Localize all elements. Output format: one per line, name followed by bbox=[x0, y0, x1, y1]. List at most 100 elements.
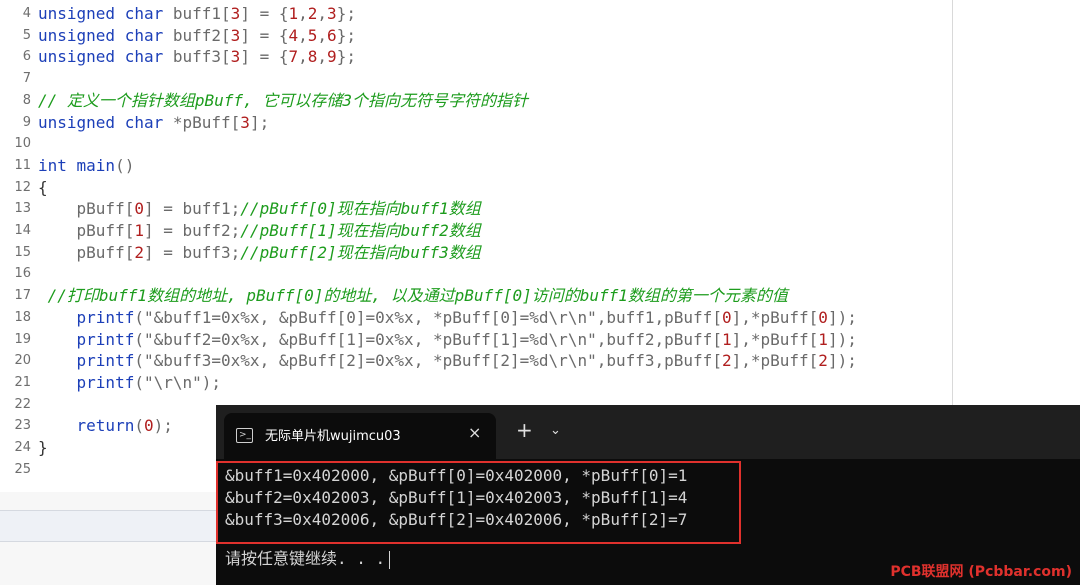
code-token: ] = buff2; bbox=[143, 221, 241, 240]
code-token: ]); bbox=[827, 307, 857, 327]
code-line[interactable]: 9 unsigned char *pBuff[3]; bbox=[0, 112, 1080, 134]
close-tab-icon[interactable]: × bbox=[468, 423, 481, 442]
line-number: 23 bbox=[14, 418, 31, 434]
line-number: 25 bbox=[14, 461, 31, 477]
code-token: ] = { bbox=[240, 47, 289, 67]
code-text: int main() bbox=[38, 155, 134, 177]
line-number: 10 bbox=[14, 136, 31, 152]
code-token: 3 bbox=[230, 25, 241, 45]
terminal-tab[interactable]: >_ 无际单片机wujimcu03 × bbox=[224, 413, 496, 459]
line-number: 14 bbox=[14, 223, 31, 238]
code-text: pBuff[1] = buff2;//pBuff[1]现在指向buff2数组 bbox=[38, 220, 481, 242]
code-token: buff3[ bbox=[163, 47, 231, 67]
code-line[interactable]: 11 int main() bbox=[0, 155, 1080, 177]
code-line[interactable]: 21 printf("\r\n"); bbox=[0, 372, 1080, 394]
press-any-key-prompt: 请按任意键继续. . . bbox=[225, 545, 391, 569]
code-token: ]); bbox=[827, 351, 857, 371]
code-token: 1 bbox=[288, 4, 299, 23]
code-token: 1 bbox=[818, 329, 828, 349]
code-token: buff2[ bbox=[163, 25, 231, 45]
text-cursor bbox=[389, 550, 391, 569]
line-number: 6 bbox=[22, 49, 31, 65]
code-token: () bbox=[115, 155, 135, 175]
code-token: , bbox=[298, 25, 308, 45]
code-line[interactable]: 10 bbox=[0, 133, 1080, 155]
code-token: }; bbox=[336, 25, 356, 45]
code-token: }; bbox=[336, 47, 356, 67]
code-token: //打印buff1数组的地址, pBuff[0]的地址, 以及通过pBuff[0… bbox=[38, 286, 788, 306]
code-line[interactable]: 6 unsigned char buff3[3] = {7,8,9}; bbox=[0, 46, 1080, 68]
code-token: pBuff[ bbox=[38, 199, 135, 219]
code-token: ]); bbox=[827, 329, 857, 349]
code-text: unsigned char buff1[3] = {1,2,3}; bbox=[38, 3, 356, 25]
code-line[interactable]: 18 printf("&buff1=0x%x, &pBuff[0]=0x%x, … bbox=[0, 307, 1080, 329]
terminal-tab-bar: >_ 无际单片机wujimcu03 × + ⌄ bbox=[216, 405, 1080, 459]
code-line[interactable]: 16 bbox=[0, 263, 1080, 285]
code-token: "\r\n" bbox=[143, 372, 202, 392]
code-line[interactable]: 12 { bbox=[0, 177, 1080, 199]
code-token: 8 bbox=[307, 47, 318, 67]
code-token: { bbox=[38, 177, 48, 197]
code-token: ( bbox=[134, 416, 144, 436]
line-number: 17 bbox=[14, 288, 31, 304]
code-token: ( bbox=[134, 329, 144, 349]
code-token: printf bbox=[76, 307, 135, 327]
line-number: 9 bbox=[22, 114, 31, 130]
code-text: // 定义一个指针数组pBuff, 它可以存储3个指向无符号字符的指针 bbox=[38, 90, 528, 112]
code-token: } bbox=[38, 438, 48, 457]
code-text: printf("&buff2=0x%x, &pBuff[1]=0x%x, *pB… bbox=[38, 329, 857, 351]
line-number: 4 bbox=[22, 6, 31, 21]
code-token: pBuff[ bbox=[38, 242, 135, 262]
code-token: ] = buff1; bbox=[143, 199, 241, 219]
code-line[interactable]: 14 pBuff[1] = buff2;//pBuff[1]现在指向buff2数… bbox=[0, 220, 1080, 242]
chevron-down-icon[interactable]: ⌄ bbox=[550, 423, 561, 438]
code-token: 0 bbox=[818, 307, 828, 327]
code-line[interactable]: 15 pBuff[2] = buff3;//pBuff[2]现在指向buff3数… bbox=[0, 242, 1080, 264]
code-token: 5 bbox=[307, 25, 318, 45]
code-line[interactable]: 8 // 定义一个指针数组pBuff, 它可以存储3个指向无符号字符的指针 bbox=[0, 90, 1080, 112]
line-number: 16 bbox=[14, 266, 31, 282]
code-line[interactable]: 5 unsigned char buff2[3] = {4,5,6}; bbox=[0, 25, 1080, 47]
code-token: 2 bbox=[818, 351, 828, 371]
code-token: 9 bbox=[327, 47, 337, 67]
code-token: unsigned char bbox=[38, 47, 164, 67]
code-token: 0 bbox=[134, 199, 144, 219]
line-number: 15 bbox=[14, 244, 31, 260]
line-number: 7 bbox=[22, 71, 31, 87]
watermark: PCB联盟网 (Pcbbar.com) bbox=[890, 564, 1072, 580]
code-text: unsigned char *pBuff[3]; bbox=[38, 112, 269, 134]
code-token: 3 bbox=[327, 4, 337, 23]
code-token: , bbox=[298, 47, 308, 67]
line-number: 22 bbox=[14, 396, 31, 412]
line-number: 11 bbox=[14, 157, 31, 173]
code-token: ( bbox=[134, 351, 144, 371]
code-text: pBuff[2] = buff3;//pBuff[2]现在指向buff3数组 bbox=[38, 242, 481, 264]
code-token: ]; bbox=[249, 112, 270, 132]
code-token: //pBuff[0]现在指向buff1数组 bbox=[240, 199, 481, 219]
new-tab-icon[interactable]: + bbox=[516, 420, 533, 440]
code-token: ],*pBuff[ bbox=[731, 307, 819, 327]
terminal-window[interactable]: >_ 无际单片机wujimcu03 × + ⌄ &buff1=0x402000,… bbox=[216, 405, 1080, 585]
code-token: ,buff3,pBuff[ bbox=[596, 351, 722, 371]
code-line[interactable]: 13 pBuff[0] = buff1;//pBuff[0]现在指向buff1数… bbox=[0, 198, 1080, 220]
code-token: ],*pBuff[ bbox=[731, 351, 819, 371]
code-token: pBuff[ bbox=[38, 221, 135, 240]
horizontal-scrollbar[interactable] bbox=[0, 510, 216, 542]
code-token: 1 bbox=[721, 329, 732, 349]
code-line[interactable]: 7 bbox=[0, 68, 1080, 90]
line-number: 8 bbox=[22, 92, 31, 108]
code-token: ); bbox=[153, 416, 173, 436]
code-line[interactable]: 4 unsigned char buff1[3] = {1,2,3}; bbox=[0, 3, 1080, 25]
code-line[interactable]: 19 printf("&buff2=0x%x, &pBuff[1]=0x%x, … bbox=[0, 329, 1080, 351]
code-line[interactable]: 17 //打印buff1数组的地址, pBuff[0]的地址, 以及通过pBuf… bbox=[0, 285, 1080, 307]
code-token: ] = { bbox=[240, 4, 289, 23]
line-number: 18 bbox=[14, 309, 31, 325]
line-number: 19 bbox=[14, 331, 31, 347]
code-line[interactable]: 20 printf("&buff3=0x%x, &pBuff[2]=0x%x, … bbox=[0, 350, 1080, 372]
line-number: 13 bbox=[14, 201, 31, 217]
code-token: , bbox=[298, 4, 308, 23]
code-text: printf("\r\n"); bbox=[38, 372, 222, 394]
code-token: printf bbox=[76, 372, 135, 392]
